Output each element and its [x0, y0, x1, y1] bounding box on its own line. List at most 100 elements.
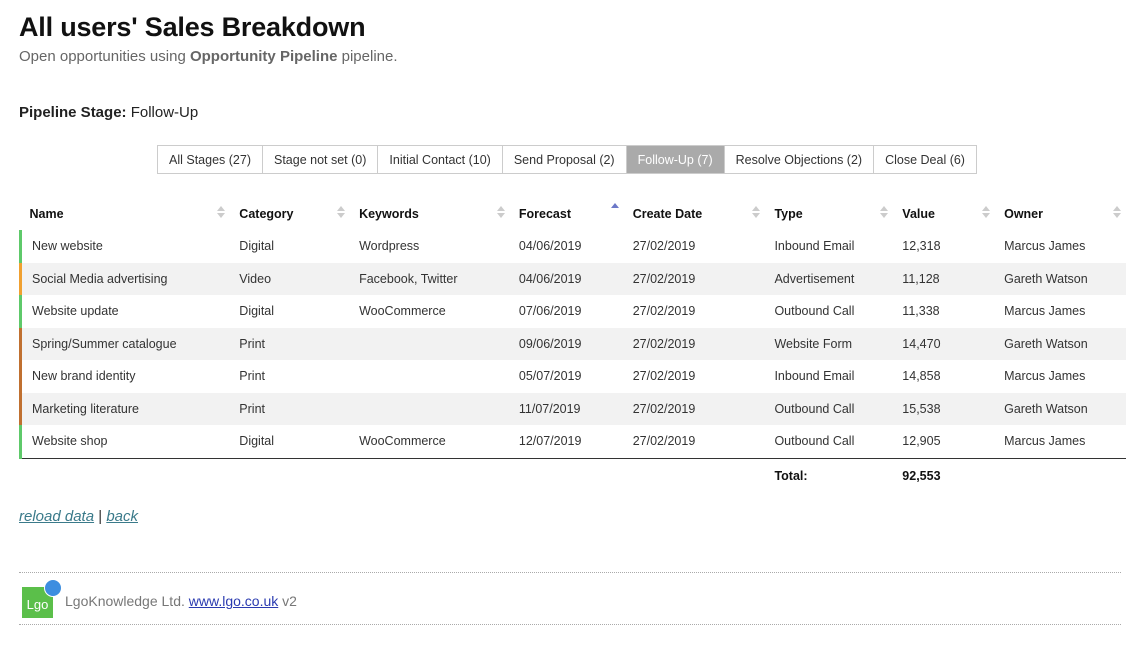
cell-keywords [350, 360, 510, 393]
cell-value: 14,858 [902, 369, 941, 384]
pipeline-stage-value: Follow-Up [130, 104, 199, 121]
cell-create-date: 27/02/2019 [632, 369, 696, 384]
cell-category: Digital [230, 425, 351, 459]
cell-name: Website update [19, 295, 231, 328]
cell-create-date: 27/02/2019 [623, 392, 766, 425]
cell-category: Video [230, 262, 351, 295]
page-subtitle: Open opportunities using Opportunity Pip… [19, 48, 398, 65]
cell-value: 11,128 [893, 262, 996, 295]
table-row[interactable]: Social Media advertising Video Facebook,… [19, 262, 1126, 295]
cell-keywords [350, 392, 510, 425]
column-header-forecast[interactable]: Forecast [510, 197, 624, 230]
cell-owner: Marcus James [1004, 239, 1086, 254]
cell-type: Inbound Email [774, 239, 855, 254]
cell-forecast: 12/07/2019 [509, 425, 624, 459]
cell-value: 12,905 [893, 425, 996, 459]
company-name: LgoKnowledge Ltd. [65, 593, 185, 609]
cell-forecast: 07/06/2019 [518, 304, 582, 319]
tab-all-stages[interactable]: All Stages (27) [158, 146, 263, 173]
column-header-name[interactable]: Name [21, 197, 231, 230]
table-row[interactable]: Spring/Summer catalogue Print 09/06/2019… [19, 327, 1126, 360]
cell-keywords: Wordpress [359, 239, 420, 254]
version-label: v2 [282, 593, 297, 609]
cell-category: Digital [239, 304, 275, 319]
sort-icon [217, 206, 226, 218]
cell-type: Inbound Email [774, 369, 855, 384]
sort-icon [496, 206, 505, 218]
cell-owner: Gareth Watson [995, 392, 1126, 425]
tab-resolve-objections[interactable]: Resolve Objections (2) [724, 146, 875, 173]
cell-type: Website Form [765, 327, 894, 360]
cell-type: Outbound Call [774, 304, 855, 319]
cell-forecast: 04/06/2019 [509, 262, 624, 295]
sort-icon [982, 206, 991, 218]
cell-value: 11,338 [902, 304, 940, 319]
action-links: reload data | back [19, 508, 138, 525]
cell-category: Print [239, 369, 265, 384]
cell-type: Advertisement [765, 262, 894, 295]
sort-icon [1113, 206, 1121, 218]
subtitle-prefix: Open opportunities using [19, 48, 190, 65]
cell-name: New website [19, 230, 231, 263]
cell-forecast: 11/07/2019 [509, 392, 624, 425]
cell-category: Print [230, 392, 351, 425]
link-separator: | [98, 508, 103, 525]
cell-category: Digital [239, 239, 275, 254]
footer-text: LgoKnowledge Ltd. www.lgo.co.uk v2 [65, 593, 297, 609]
cell-keywords [350, 327, 510, 360]
back-link[interactable]: back [106, 508, 138, 525]
cell-owner: Gareth Watson [995, 327, 1126, 360]
sort-icon [880, 206, 889, 218]
cell-owner: Marcus James [1004, 369, 1086, 384]
tab-follow-up[interactable]: Follow-Up (7) [626, 146, 725, 173]
cell-value: 14,470 [893, 327, 996, 360]
table-row[interactable]: Website shop Digital WooCommerce 12/07/2… [19, 425, 1126, 459]
cell-name: New brand identity [19, 360, 231, 393]
table-row[interactable]: New website Digital Wordpress 04/06/2019… [19, 230, 1127, 263]
cell-keywords: WooCommerce [350, 425, 510, 459]
sort-icon [337, 206, 346, 218]
sort-ascending-icon [610, 203, 619, 215]
pipeline-stage-label: Pipeline Stage: [19, 104, 127, 121]
cell-create-date: 27/02/2019 [623, 425, 766, 459]
company-website-link[interactable]: www.lgo.co.uk [189, 593, 278, 609]
subtitle-suffix: pipeline. [337, 48, 398, 65]
cell-forecast: 04/06/2019 [518, 239, 582, 254]
cell-keywords: Facebook, Twitter [350, 262, 510, 295]
cell-value: 12,318 [902, 239, 941, 254]
cell-keywords: WooCommerce [359, 304, 446, 319]
column-header-value[interactable]: Value [893, 197, 995, 230]
pipeline-stage-line: Pipeline Stage: Follow-Up [19, 104, 198, 121]
cell-name: Social Media advertising [19, 262, 231, 295]
cell-type: Outbound Call [765, 392, 894, 425]
cell-forecast: 09/06/2019 [509, 327, 624, 360]
opportunities-table: Name Category Keywords Forecast Create D… [19, 197, 1126, 493]
column-header-keywords[interactable]: Keywords [350, 197, 510, 230]
column-header-create-date[interactable]: Create Date [624, 197, 766, 230]
page-title: All users' Sales Breakdown [19, 12, 366, 42]
column-header-category[interactable]: Category [230, 197, 350, 230]
cell-create-date: 27/02/2019 [623, 327, 766, 360]
table-row[interactable]: Website update Digital WooCommerce 07/06… [19, 295, 1127, 328]
footer: Lgo LgoKnowledge Ltd. www.lgo.co.uk v2 [19, 572, 1121, 625]
total-label: Total: [774, 468, 808, 483]
cell-name: Website shop [19, 425, 231, 459]
cell-owner: Marcus James [995, 425, 1126, 459]
table-row[interactable]: Marketing literature Print 11/07/2019 27… [19, 392, 1126, 425]
total-value: 92,553 [902, 468, 941, 483]
reload-data-link[interactable]: reload data [19, 508, 94, 525]
cell-owner: Gareth Watson [995, 262, 1126, 295]
cell-forecast: 05/07/2019 [518, 369, 582, 384]
tab-stage-not-set[interactable]: Stage not set (0) [262, 146, 379, 173]
cell-create-date: 27/02/2019 [632, 304, 696, 319]
tab-send-proposal[interactable]: Send Proposal (2) [502, 146, 627, 173]
tab-close-deal[interactable]: Close Deal (6) [874, 146, 976, 173]
table-row[interactable]: New brand identity Print 05/07/2019 27/0… [19, 360, 1127, 393]
table-total-row: Total: 92,553 [21, 458, 1127, 493]
cell-value: 15,538 [893, 392, 996, 425]
column-header-owner[interactable]: Owner [995, 197, 1126, 230]
cell-create-date: 27/02/2019 [623, 262, 766, 295]
cell-name: Marketing literature [19, 392, 231, 425]
tab-initial-contact[interactable]: Initial Contact (10) [378, 146, 503, 173]
column-header-type[interactable]: Type [765, 197, 893, 230]
